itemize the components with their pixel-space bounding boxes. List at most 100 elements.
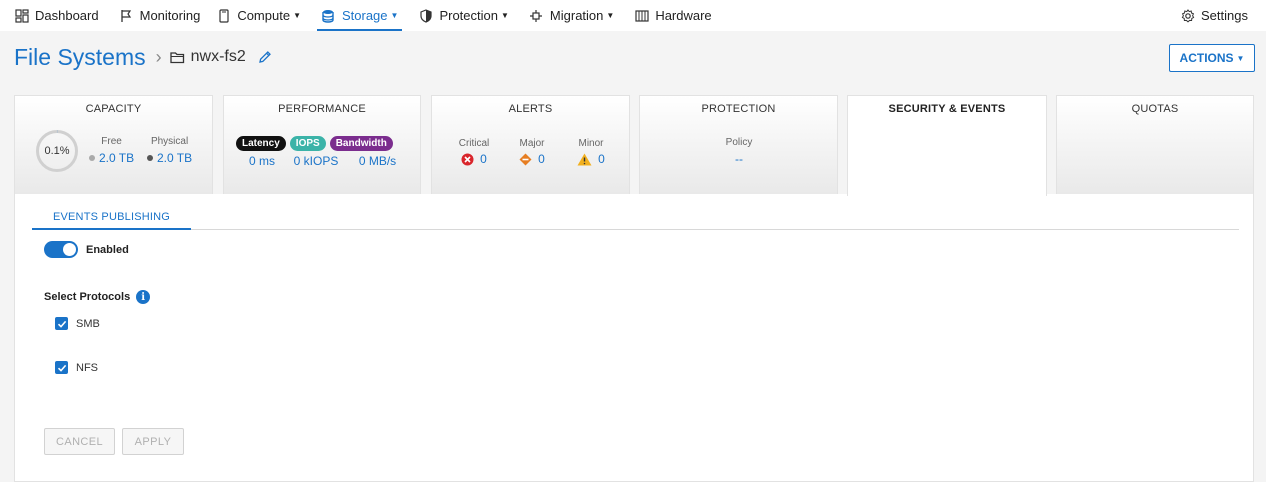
bandwidth-badge: Bandwidth — [329, 136, 393, 151]
shield-icon — [418, 8, 433, 23]
top-navigation: Dashboard Monitoring Compute ▼ Storage ▼… — [0, 0, 1266, 31]
actions-button[interactable]: ACTIONS ▼ — [1169, 44, 1255, 72]
physical-dot-icon — [147, 154, 153, 161]
chevron-down-icon: ▼ — [390, 11, 399, 20]
iops-badge: IOPS — [289, 136, 326, 151]
iops-value: 0 kIOPS — [293, 154, 339, 168]
folder-icon — [169, 51, 185, 64]
nav-hardware[interactable]: Hardware — [626, 0, 719, 31]
nav-protection[interactable]: Protection ▼ — [410, 0, 516, 31]
alert-minor-label: Minor — [578, 138, 604, 149]
major-diamond-icon — [519, 153, 532, 165]
protocol-smb-row[interactable]: SMB — [55, 317, 100, 330]
alert-critical: Critical 0 — [454, 138, 494, 166]
capacity-free: Free 2.0 TB — [89, 136, 134, 165]
security-events-panel: EVENTS PUBLISHING Enabled Select Protoco… — [14, 194, 1254, 482]
protocol-nfs-row[interactable]: NFS — [55, 361, 98, 374]
database-icon — [321, 8, 336, 23]
filesystem-name-label: nwx-fs2 — [190, 48, 246, 65]
tile-protection[interactable]: PROTECTION Policy -- — [639, 95, 838, 195]
tile-quotas-title: QUOTAS — [1131, 103, 1179, 115]
protocols-heading: Select Protocols i — [44, 290, 151, 304]
cancel-button[interactable]: CANCEL — [44, 428, 115, 455]
edit-pencil-icon[interactable] — [258, 50, 272, 64]
nav-dashboard[interactable]: Dashboard — [0, 0, 107, 31]
alert-major-value: 0 — [538, 152, 545, 166]
nfs-checkbox[interactable] — [55, 361, 68, 374]
events-enabled-label: Enabled — [86, 243, 129, 256]
nav-migration-label: Migration — [549, 8, 604, 23]
tab-events-publishing[interactable]: EVENTS PUBLISHING — [32, 211, 191, 230]
chevron-down-icon: ▼ — [606, 11, 615, 20]
events-toggle-row: Enabled — [44, 241, 129, 258]
hardware-icon — [634, 8, 649, 23]
nav-settings-label: Settings — [1201, 8, 1248, 23]
chevron-down-icon: ▼ — [501, 11, 509, 20]
nav-monitoring-label: Monitoring — [139, 8, 201, 23]
page-title[interactable]: File Systems — [14, 44, 146, 71]
gear-icon — [1180, 8, 1195, 23]
capacity-free-value: 2.0 TB — [99, 151, 135, 165]
checkmark-icon — [57, 364, 66, 372]
smb-checkbox[interactable] — [55, 317, 68, 330]
compute-icon — [216, 8, 231, 23]
performance-badges: Latency IOPS Bandwidth — [236, 136, 393, 151]
capacity-physical-label: Physical — [150, 136, 189, 147]
alert-major: Major 0 — [512, 138, 552, 166]
nav-dashboard-label: Dashboard — [35, 8, 99, 23]
checkmark-icon — [57, 320, 66, 328]
protection-policy-value: -- — [735, 152, 743, 166]
nav-protection-label: Protection — [439, 8, 498, 23]
latency-value: 0 ms — [248, 154, 275, 168]
performance-values: 0 ms 0 kIOPS 0 MB/s — [236, 154, 411, 168]
breadcrumb-chevron-icon: › — [155, 46, 162, 67]
latency-badge: Latency — [236, 136, 286, 151]
alert-major-label: Major — [519, 138, 545, 149]
tile-protection-title: PROTECTION — [701, 103, 776, 115]
tile-security-events-title: SECURITY & EVENTS — [888, 103, 1006, 115]
tile-capacity[interactable]: CAPACITY 0.1% Free 2.0 TB Physical 2.0 T… — [14, 95, 213, 195]
page-header: File Systems › nwx-fs2 — [14, 42, 272, 72]
alert-critical-value: 0 — [480, 152, 487, 166]
capacity-physical: Physical 2.0 TB — [147, 136, 192, 165]
capacity-physical-value: 2.0 TB — [157, 151, 193, 165]
chevron-down-icon: ▼ — [1236, 53, 1245, 63]
critical-x-icon — [461, 153, 474, 165]
bandwidth-value: 0 MB/s — [358, 154, 397, 168]
nav-hardware-label: Hardware — [655, 8, 712, 23]
tile-security-events[interactable]: SECURITY & EVENTS — [847, 95, 1047, 196]
free-dot-icon — [89, 154, 95, 161]
nav-monitoring[interactable]: Monitoring — [111, 0, 209, 31]
alert-minor: Minor 0 — [569, 138, 613, 166]
nav-compute-label: Compute — [237, 8, 291, 23]
nfs-label: NFS — [76, 361, 98, 374]
protection-policy-label: Policy — [725, 137, 753, 148]
filesystem-name: nwx-fs2 — [169, 48, 246, 66]
minor-warning-icon — [577, 153, 592, 165]
nav-settings[interactable]: Settings — [1172, 0, 1256, 31]
protection-policy: Policy -- — [640, 137, 838, 166]
flag-icon — [119, 8, 134, 23]
nav-compute[interactable]: Compute ▼ — [208, 0, 309, 31]
nav-migration[interactable]: Migration ▼ — [521, 0, 622, 31]
tile-quotas[interactable]: QUOTAS — [1056, 95, 1254, 195]
tile-performance[interactable]: PERFORMANCE Latency IOPS Bandwidth 0 ms … — [223, 95, 421, 195]
alert-minor-value: 0 — [598, 152, 605, 166]
nav-storage-label: Storage — [341, 8, 388, 23]
capacity-used-percent: 0.1% — [44, 145, 70, 157]
protocols-label: Select Protocols — [44, 291, 131, 303]
smb-label: SMB — [76, 317, 100, 330]
capacity-free-label: Free — [101, 136, 122, 147]
info-icon[interactable]: i — [136, 290, 151, 304]
tile-performance-title: PERFORMANCE — [278, 103, 366, 115]
events-enabled-toggle[interactable] — [44, 241, 78, 258]
alert-critical-label: Critical — [458, 138, 490, 149]
tile-capacity-title: CAPACITY — [85, 103, 142, 115]
summary-tiles: CAPACITY 0.1% Free 2.0 TB Physical 2.0 T… — [14, 95, 1254, 196]
apply-button[interactable]: APPLY — [122, 428, 184, 455]
tile-alerts-title: ALERTS — [508, 103, 553, 115]
tile-alerts[interactable]: ALERTS Critical 0 Major 0 Minor 0 — [431, 95, 630, 195]
nav-storage[interactable]: Storage ▼ — [313, 0, 406, 31]
migration-icon — [529, 8, 544, 23]
actions-button-label: ACTIONS — [1179, 51, 1234, 65]
